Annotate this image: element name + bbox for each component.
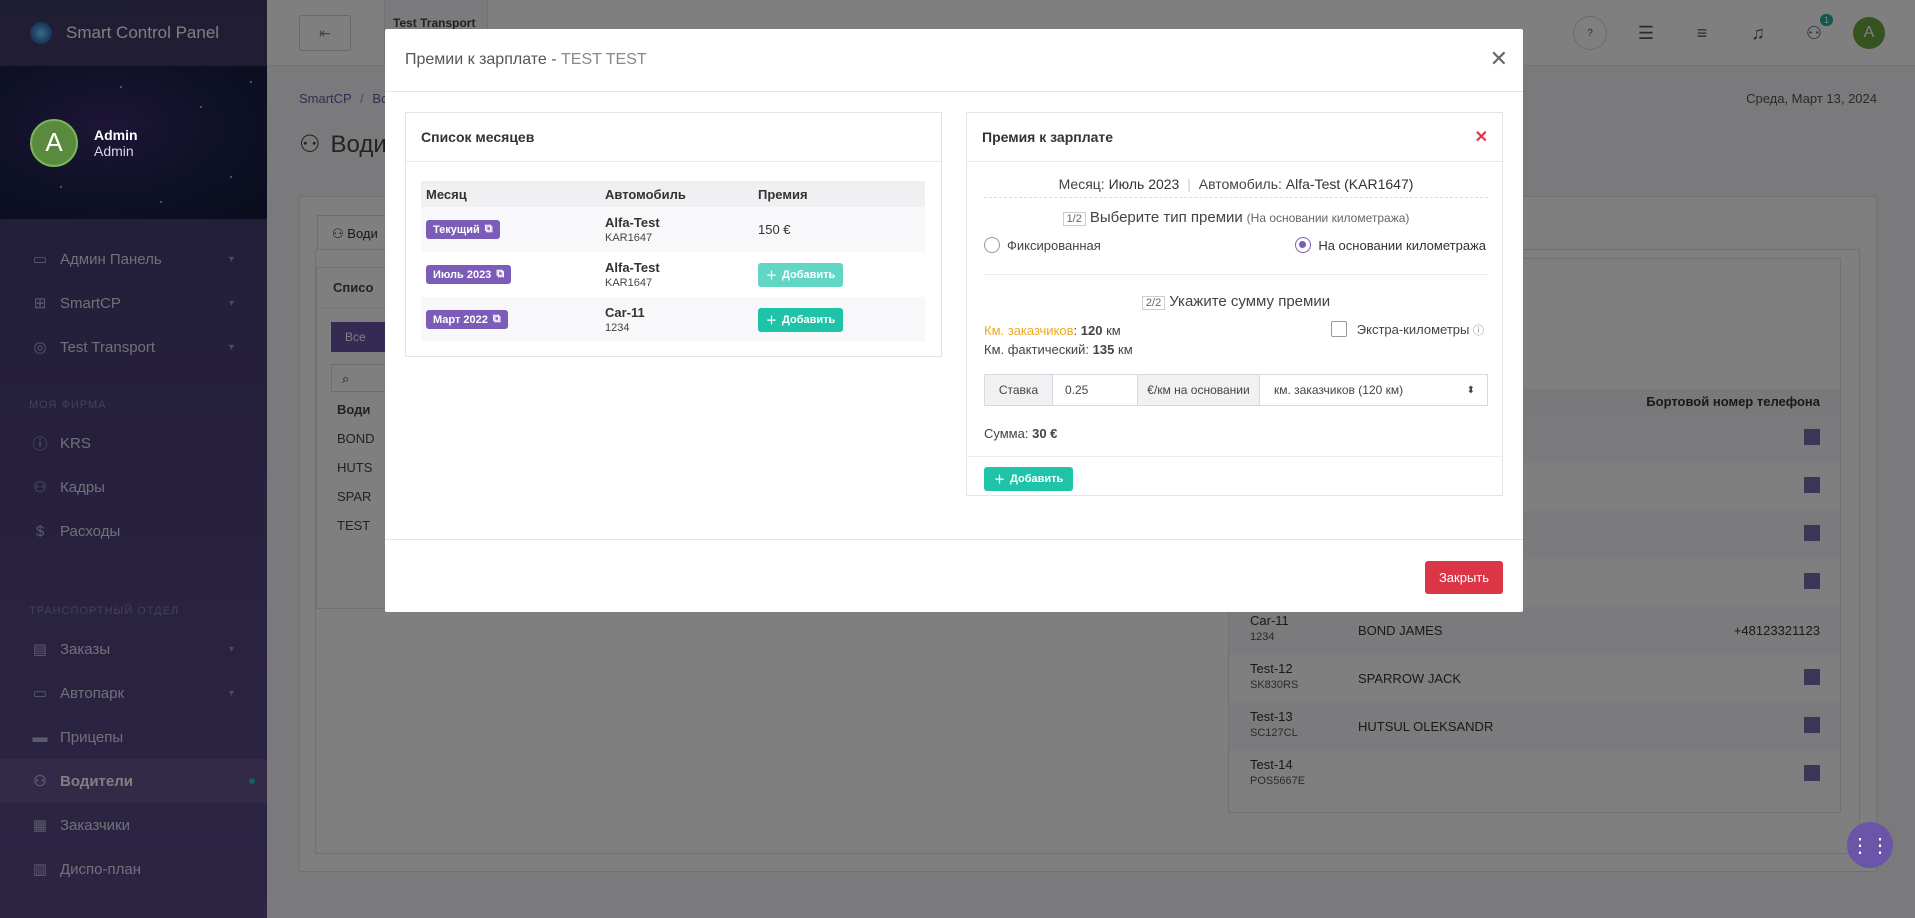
plus-icon: ＋ — [994, 474, 1005, 486]
extra-km-checkbox[interactable]: Экстра-километры ⓘ — [1330, 321, 1484, 338]
checkbox — [1330, 321, 1347, 337]
rate-basis-select[interactable]: км. заказчиков (120 км) ⬍ — [1260, 375, 1487, 405]
rate-input-group: Ставка 0.25 €/км на основании км. заказч… — [984, 374, 1488, 406]
close-icon[interactable]: ✕ — [1490, 46, 1508, 72]
months-table: Месяц Автомобиль Премия Текущий ⧉ Alfa-Te… — [421, 181, 925, 342]
info-icon: ⓘ — [1473, 325, 1484, 337]
add-premium-submit[interactable]: ＋ Добавить — [984, 467, 1074, 491]
table-row: Июль 2023 ⧉ Alfa-Test KAR1647 ＋ Добавить — [421, 252, 925, 297]
modal-title: Премии к зарплате - TEST TEST — [385, 29, 1523, 92]
radio-button — [984, 237, 1000, 253]
apps-grid-icon[interactable]: ⋮⋮ — [1847, 822, 1893, 868]
premium-value: 150 € — [758, 222, 791, 237]
add-premium-button[interactable]: ＋ Добавить — [758, 307, 844, 332]
km-client: Км. заказчиков: 120 км — [984, 323, 1121, 338]
external-link-icon: ⧉ — [492, 313, 501, 325]
modal-footer: Закрыть — [385, 539, 1523, 612]
rate-input[interactable]: 0.25 — [1053, 375, 1138, 405]
months-card-title: Список месяцев — [406, 113, 941, 162]
premium-card: Премия к зарплате ✕ Месяц: Июль 2023 | А… — [966, 112, 1503, 496]
month-link-july-2023[interactable]: Июль 2023 ⧉ — [426, 265, 512, 284]
month-link-current[interactable]: Текущий ⧉ — [426, 220, 500, 239]
column-header-car: Автомобиль — [605, 186, 686, 202]
radio-button — [1295, 237, 1312, 253]
table-row: Текущий ⧉ Alfa-Test KAR1647 150 € — [421, 207, 925, 252]
close-button[interactable]: Закрыть — [1425, 561, 1503, 594]
user-name: Admin — [94, 126, 138, 143]
premium-sum: Сумма: 30 € — [984, 426, 1058, 441]
rate-unit: €/км на основании — [1138, 375, 1260, 405]
radio-km-based[interactable]: На основании километража — [1295, 237, 1486, 253]
premium-card-title: Премия к зарплате — [967, 113, 1502, 162]
radio-fixed[interactable]: Фиксированная — [984, 237, 1101, 253]
plus-icon: ＋ — [766, 314, 777, 327]
premium-summary: Месяц: Июль 2023 | Автомобиль: Alfa-Test… — [984, 176, 1488, 198]
external-link-icon: ⧉ — [484, 223, 493, 235]
premium-modal: Премии к зарплате - TEST TEST ✕ Список м… — [385, 29, 1523, 612]
close-icon[interactable]: ✕ — [1475, 127, 1488, 147]
plus-icon: ＋ — [766, 269, 777, 282]
user-role: Admin — [94, 142, 134, 159]
km-actual: Км. фактический: 135 км — [984, 342, 1133, 357]
step1-title: 1/2 Выберите тип премии (На основании кил… — [984, 209, 1488, 226]
month-link-march-2022[interactable]: Март 2022 ⧉ — [426, 310, 508, 329]
select-arrow-icon: ⬍ — [1466, 384, 1475, 396]
rate-label: Ставка — [985, 375, 1053, 405]
avatar[interactable]: A — [30, 118, 78, 167]
months-card: Список месяцев Месяц Автомобиль Премия Т… — [405, 112, 942, 357]
step2-title: 2/2 Укажите сумму премии — [984, 293, 1488, 310]
column-header-premium: Премия — [758, 186, 808, 202]
table-row: Март 2022 ⧉ Car-11 1234 ＋ Добавить — [421, 297, 925, 342]
external-link-icon: ⧉ — [496, 268, 505, 280]
column-header-month: Месяц — [426, 186, 467, 202]
add-premium-button[interactable]: ＋ Добавить — [758, 262, 844, 287]
